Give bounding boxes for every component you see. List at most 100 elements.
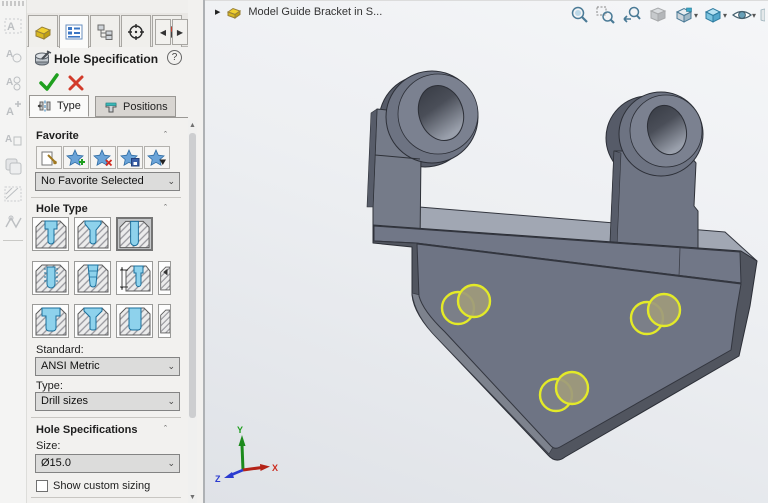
tabs-underline	[29, 117, 188, 118]
view-orientation-icon[interactable]: ▾	[672, 4, 699, 26]
tab-positions[interactable]: Positions	[95, 96, 176, 117]
breadcrumb-expand-icon[interactable]: ▶	[215, 8, 220, 16]
reference-triad: Y X Z	[215, 425, 278, 484]
chevron-down-icon[interactable]: ▾	[752, 11, 756, 20]
panel-actions	[27, 71, 188, 95]
graphics-viewport[interactable]: Y X Z ▶ Model Guide Bracket in S...	[205, 0, 768, 503]
balloon-icon[interactable]: A	[3, 44, 24, 66]
configurationmanager-tab[interactable]	[90, 15, 120, 47]
wizard-tabs: Type Positions	[29, 95, 188, 118]
positions-tab-icon	[103, 100, 119, 114]
surface-finish-icon[interactable]: A	[3, 128, 24, 150]
chevron-down-icon: ⌄	[167, 176, 175, 187]
panel-top-strip	[27, 0, 188, 13]
auto-balloon-icon[interactable]: A	[3, 100, 24, 122]
dimxpertmanager-tab[interactable]	[121, 15, 151, 47]
type-select[interactable]: Drill sizes ⌄	[35, 392, 180, 411]
section-view-icon[interactable]	[646, 4, 670, 26]
featuremanager-tab[interactable]	[28, 15, 58, 47]
hole-type-more-partial[interactable]	[158, 261, 171, 295]
size-select-value: Ø15.0	[41, 457, 71, 469]
headsup-toolbar: ▾ ▾ ▾	[568, 4, 766, 26]
toolbar-overflow-partial[interactable]	[759, 4, 766, 26]
property-manager-panel: ◀ ▶ Hole Specification ? Type	[27, 0, 188, 503]
chevron-right-icon: ▶	[177, 28, 183, 37]
scrollbar-thumb[interactable]	[189, 133, 196, 418]
hole-type-counterbore[interactable]	[32, 217, 69, 251]
zoom-to-fit-icon[interactable]	[568, 4, 592, 26]
panel-header: Hole Specification ?	[27, 48, 188, 70]
type-label: Type:	[36, 380, 63, 392]
propertymanager-tab-icon	[63, 23, 85, 41]
cancel-x-icon[interactable]	[67, 74, 85, 92]
add-favorite-icon[interactable]	[63, 146, 89, 169]
scroll-down-icon[interactable]: ▼	[188, 492, 197, 503]
hole-wizard-icon	[34, 50, 52, 68]
bracket-model[interactable]	[367, 71, 757, 460]
help-icon[interactable]: ?	[167, 50, 182, 65]
hole-type-hole[interactable]	[116, 217, 153, 251]
configurationmanager-tab-icon	[94, 23, 116, 41]
weld-symbol-icon[interactable]	[3, 212, 24, 234]
breadcrumb-title[interactable]: Model Guide Bracket in S...	[248, 6, 382, 18]
apply-defaults-icon[interactable]	[36, 146, 62, 169]
dimxpertmanager-tab-icon	[125, 23, 147, 41]
svg-text:A: A	[6, 77, 13, 88]
show-custom-sizing-checkbox[interactable]	[36, 480, 48, 492]
tab-scroll-right[interactable]: ▶	[172, 19, 188, 45]
show-custom-sizing-label: Show custom sizing	[53, 480, 150, 492]
favorite-header: Favorite	[36, 130, 79, 142]
breadcrumb[interactable]: ▶ Model Guide Bracket in S...	[215, 5, 382, 19]
tab-scroll-left[interactable]: ◀	[155, 19, 171, 45]
chevron-down-icon: ⌄	[167, 361, 175, 372]
previous-view-icon[interactable]	[620, 4, 644, 26]
section-divider	[31, 497, 181, 498]
favorite-buttons	[36, 146, 181, 169]
toolbar-grip[interactable]	[2, 1, 26, 6]
annotation-toolbar: A A A A A	[0, 0, 27, 503]
tab-type[interactable]: Type	[29, 95, 89, 117]
hole-type-straight-tap[interactable]	[32, 261, 69, 295]
hole-type-countersink[interactable]	[74, 217, 111, 251]
show-custom-sizing-row: Show custom sizing	[36, 480, 150, 492]
load-favorite-icon[interactable]	[144, 146, 170, 169]
hole-type-legacy-hole[interactable]	[116, 261, 153, 295]
model-canvas[interactable]: Y X Z	[205, 1, 768, 503]
chevron-down-icon[interactable]: ▾	[694, 11, 698, 20]
save-favorite-icon[interactable]	[117, 146, 143, 169]
hole-preview-circle[interactable]	[458, 285, 490, 317]
hole-type-countersink-slot[interactable]	[74, 304, 111, 338]
hole-type-more-partial-2[interactable]	[158, 304, 171, 338]
display-style-icon[interactable]: ▾	[701, 4, 728, 26]
area-hatch-icon[interactable]	[3, 184, 24, 206]
scroll-up-icon[interactable]: ▲	[188, 120, 197, 131]
hole-type-collapse-icon[interactable]: ˆ	[164, 203, 174, 213]
part-icon	[226, 5, 242, 19]
panel-scrollbar[interactable]: ▲ ▼	[188, 120, 197, 503]
copy-layers-icon[interactable]	[3, 156, 24, 178]
chevron-down-icon[interactable]: ▾	[723, 11, 727, 20]
stacked-balloon-icon[interactable]: A	[3, 72, 24, 94]
hole-specifications-collapse-icon[interactable]: ˆ	[164, 424, 174, 434]
delete-favorite-icon[interactable]	[90, 146, 116, 169]
svg-text:A: A	[6, 49, 13, 60]
favorite-collapse-icon[interactable]: ˆ	[164, 130, 174, 140]
type-select-value: Drill sizes	[41, 395, 88, 407]
standard-select[interactable]: ANSI Metric ⌄	[35, 357, 180, 376]
hole-preview-circle[interactable]	[556, 372, 588, 404]
size-select[interactable]: Ø15.0 ⌄	[35, 454, 180, 473]
favorite-select[interactable]: No Favorite Selected ⌄	[35, 172, 180, 191]
zoom-to-area-icon[interactable]	[594, 4, 618, 26]
hole-type-slot[interactable]	[116, 304, 153, 338]
hole-type-tapered-tap[interactable]	[74, 261, 111, 295]
note-icon[interactable]: A	[3, 16, 24, 38]
right-lug[interactable]	[606, 92, 703, 251]
type-tab-icon	[37, 99, 53, 113]
ok-check-icon[interactable]	[38, 71, 60, 93]
hole-type-counterbore-slot[interactable]	[32, 304, 69, 338]
propertymanager-tab[interactable]	[59, 15, 89, 48]
section-divider	[31, 417, 181, 418]
hole-preview-circle[interactable]	[648, 294, 680, 326]
hide-show-items-icon[interactable]: ▾	[730, 4, 757, 26]
favorite-select-value: No Favorite Selected	[41, 175, 144, 187]
